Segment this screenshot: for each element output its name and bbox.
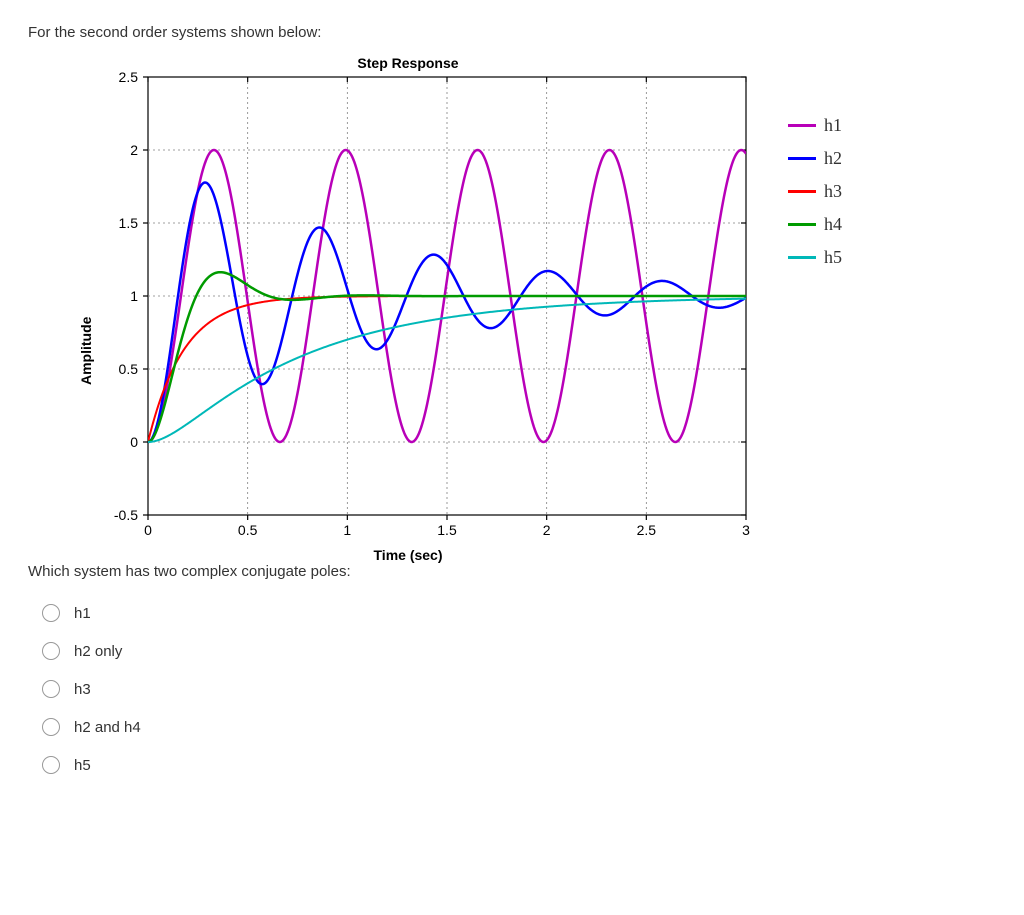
radio-icon[interactable] <box>42 680 60 698</box>
svg-text:1: 1 <box>130 288 138 304</box>
chart-container: Step Response Amplitude 0 0.5 1 1.5 2 2.5 3 -0.… <box>68 55 996 545</box>
question-intro: For the second order systems shown below… <box>28 24 996 41</box>
radio-icon[interactable] <box>42 604 60 622</box>
legend-label: h5 <box>824 247 842 268</box>
svg-text:1.5: 1.5 <box>437 522 457 538</box>
legend-swatch <box>788 157 816 160</box>
option-label: h5 <box>74 757 91 774</box>
svg-text:0: 0 <box>130 434 138 450</box>
option-opt-h3[interactable]: h3 <box>42 680 996 698</box>
option-opt-h2only[interactable]: h2 only <box>42 642 996 660</box>
legend-swatch <box>788 190 816 193</box>
legend-swatch <box>788 256 816 259</box>
legend-item-h1: h1 <box>788 115 842 136</box>
chart-ylabel: Amplitude <box>78 317 94 385</box>
chart-xlabel: Time (sec) <box>68 547 748 563</box>
legend-swatch <box>788 124 816 127</box>
chart-plot: 0 0.5 1 1.5 2 2.5 3 -0.5 0 0.5 1 1.5 2 2.5 <box>68 55 768 545</box>
svg-text:0: 0 <box>144 522 152 538</box>
svg-text:3: 3 <box>742 522 750 538</box>
option-opt-h2h4[interactable]: h2 and h4 <box>42 718 996 736</box>
svg-text:0.5: 0.5 <box>238 522 258 538</box>
radio-icon[interactable] <box>42 642 60 660</box>
radio-icon[interactable] <box>42 756 60 774</box>
option-label: h2 only <box>74 643 122 660</box>
series-h5 <box>148 299 746 442</box>
svg-text:0.5: 0.5 <box>119 361 139 377</box>
option-label: h2 and h4 <box>74 719 141 736</box>
svg-text:2.5: 2.5 <box>637 522 657 538</box>
svg-text:1: 1 <box>343 522 351 538</box>
question-text: Which system has two complex conjugate p… <box>28 563 996 580</box>
chart-title: Step Response <box>68 55 748 71</box>
legend-swatch <box>788 223 816 226</box>
svg-text:2.5: 2.5 <box>119 69 139 85</box>
option-label: h1 <box>74 605 91 622</box>
legend-item-h3: h3 <box>788 181 842 202</box>
legend-label: h4 <box>824 214 842 235</box>
svg-text:2: 2 <box>130 142 138 158</box>
option-label: h3 <box>74 681 91 698</box>
svg-text:2: 2 <box>543 522 551 538</box>
legend-label: h1 <box>824 115 842 136</box>
legend-label: h2 <box>824 148 842 169</box>
radio-icon[interactable] <box>42 718 60 736</box>
legend-item-h5: h5 <box>788 247 842 268</box>
option-opt-h1[interactable]: h1 <box>42 604 996 622</box>
option-opt-h5[interactable]: h5 <box>42 756 996 774</box>
svg-text:-0.5: -0.5 <box>114 507 138 523</box>
legend-label: h3 <box>824 181 842 202</box>
chart-legend: h1 h2 h3 h4 h5 <box>788 115 842 280</box>
legend-item-h4: h4 <box>788 214 842 235</box>
answer-options: h1 h2 only h3 h2 and h4 h5 <box>42 604 996 774</box>
svg-text:1.5: 1.5 <box>119 215 139 231</box>
legend-item-h2: h2 <box>788 148 842 169</box>
